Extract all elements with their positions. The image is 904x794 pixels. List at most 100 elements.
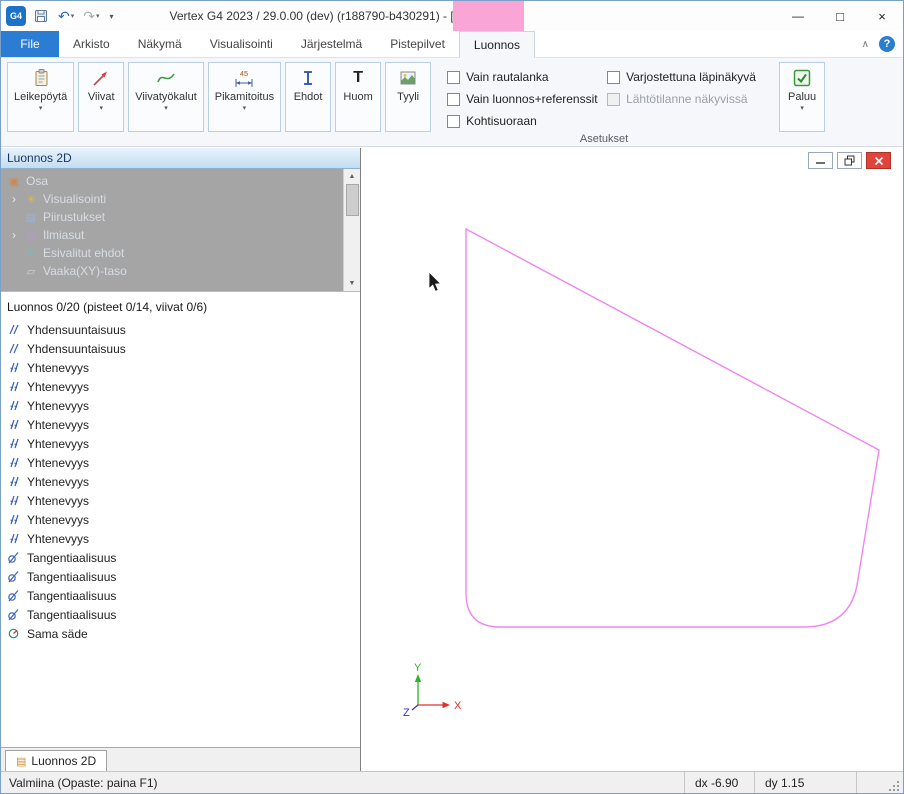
- constraint-label: Yhtenevyys: [27, 456, 89, 470]
- constraint-row[interactable]: Yhtenevyys: [1, 453, 360, 472]
- constraint-row[interactable]: Yhtenevyys: [1, 472, 360, 491]
- chevron-down-icon: ▾: [243, 104, 247, 112]
- constraint-row[interactable]: Yhdensuuntaisuus: [1, 339, 360, 358]
- parallel-icon: [7, 323, 21, 336]
- tab-visualisointi[interactable]: Visualisointi: [196, 31, 287, 57]
- constraint-row[interactable]: Tangentiaalisuus: [1, 548, 360, 567]
- tree-scrollbar[interactable]: ▲ ▼: [343, 169, 360, 291]
- tab-luonnos-2d[interactable]: ▤ Luonnos 2D: [5, 750, 107, 771]
- constraint-row[interactable]: Yhtenevyys: [1, 358, 360, 377]
- mdi-restore-button[interactable]: [837, 152, 862, 169]
- coincident-icon: [7, 437, 21, 450]
- sketch-profile[interactable]: [466, 229, 879, 627]
- constraint-row[interactable]: Yhtenevyys: [1, 396, 360, 415]
- quick-access-overflow-button[interactable]: ▾: [107, 12, 117, 21]
- drawing-area[interactable]: Y X Z: [362, 148, 904, 771]
- tree-item[interactable]: ▱ Vaaka(XY)-taso: [1, 262, 343, 280]
- close-button[interactable]: ×: [861, 1, 903, 31]
- constraint-row[interactable]: Yhtenevyys: [1, 377, 360, 396]
- undo-button[interactable]: ↶ ▾: [56, 8, 76, 24]
- drawings-icon: ▤: [24, 211, 38, 224]
- constraint-row[interactable]: Tangentiaalisuus: [1, 567, 360, 586]
- tree-item[interactable]: › ▨ Ilmiasut: [1, 226, 343, 244]
- tab-file[interactable]: File: [1, 31, 59, 57]
- help-icon[interactable]: ?: [879, 36, 895, 52]
- collapse-ribbon-icon[interactable]: ∧: [862, 39, 869, 50]
- expander-icon[interactable]: ›: [9, 192, 19, 206]
- app-logo-icon: G4: [6, 6, 26, 26]
- constraint-label: Yhtenevyys: [27, 418, 89, 432]
- sketch-viewport[interactable]: Y X Z: [362, 148, 904, 773]
- parallel-icon: [7, 342, 21, 355]
- button-label: Viivatyökalut: [135, 91, 197, 103]
- line-tools-button[interactable]: Viivatyökalut ▾: [128, 62, 204, 132]
- mdi-close-icon: [874, 156, 884, 166]
- ribbon: Leikepöytä ▾ Viivat ▾ Viivatyökalut ▾: [1, 58, 903, 147]
- note-button[interactable]: T Huom: [335, 62, 381, 132]
- constraints-button[interactable]: Ehdot: [285, 62, 331, 132]
- checkbox-varjostettuna-lapinakyva[interactable]: Varjostettuna läpinäkyvä: [607, 70, 756, 84]
- tangent-icon: [7, 589, 21, 602]
- constraint-row[interactable]: Tangentiaalisuus: [1, 586, 360, 605]
- tree-item-label: Osa: [26, 174, 48, 188]
- window-title: Vertex G4 2023 / 29.0.00 (dev) (r188790-…: [170, 9, 480, 23]
- scroll-down-icon[interactable]: ▼: [349, 276, 356, 291]
- button-label: Viivat: [88, 91, 115, 103]
- checkbox-box: [447, 93, 460, 106]
- mdi-window-controls: [808, 152, 891, 169]
- panel-tab-bar: ▤ Luonnos 2D: [1, 747, 360, 771]
- scroll-up-icon[interactable]: ▲: [349, 169, 356, 184]
- save-button[interactable]: [31, 7, 51, 25]
- tangent-icon: [7, 551, 21, 564]
- clipboard-button[interactable]: Leikepöytä ▾: [7, 62, 74, 132]
- quick-dimension-button[interactable]: 45 Pikamitoitus ▾: [208, 62, 281, 132]
- button-label: Leikepöytä: [14, 91, 67, 103]
- constraint-row[interactable]: Yhtenevyys: [1, 529, 360, 548]
- constraint-row[interactable]: Yhtenevyys: [1, 510, 360, 529]
- constraint-row[interactable]: Yhtenevyys: [1, 491, 360, 510]
- status-spacer: [856, 772, 888, 793]
- tree-item[interactable]: › ☀ Visualisointi: [1, 190, 343, 208]
- tab-nakyma[interactable]: Näkymä: [124, 31, 196, 57]
- mdi-close-button[interactable]: [866, 152, 891, 169]
- tab-jarjestelma[interactable]: Järjestelmä: [287, 31, 376, 57]
- status-bar: Valmiina (Opaste: paina F1) dx -6.90 dy …: [1, 771, 903, 793]
- minimize-button[interactable]: —: [777, 1, 819, 31]
- tree-item[interactable]: ▤ Piirustukset: [1, 208, 343, 226]
- checkbox-vain-rautalanka[interactable]: Vain rautalanka: [447, 70, 549, 84]
- tab-label: Luonnos 2D: [31, 754, 96, 768]
- tab-pistepilvet[interactable]: Pistepilvet: [376, 31, 459, 57]
- checkbox-vain-luonnos-referenssit[interactable]: Vain luonnos+referenssit: [447, 92, 598, 106]
- constraint-row[interactable]: Yhdensuuntaisuus: [1, 320, 360, 339]
- tab-luonnos[interactable]: Luonnos: [459, 31, 535, 58]
- constraint-label: Yhtenevyys: [27, 437, 89, 451]
- constraint-row[interactable]: Yhtenevyys: [1, 415, 360, 434]
- sketch-sheet-icon: ▤: [16, 755, 26, 768]
- line-draw-icon: [91, 67, 111, 89]
- scrollbar-thumb[interactable]: [346, 184, 359, 216]
- coincident-icon: [7, 380, 21, 393]
- lines-button[interactable]: Viivat ▾: [78, 62, 124, 132]
- style-button[interactable]: Tyyli: [385, 62, 431, 132]
- constraint-row[interactable]: Yhtenevyys: [1, 434, 360, 453]
- constraint-row[interactable]: Sama säde: [1, 624, 360, 643]
- model-tree: ▣ Osa › ☀ Visualisointi ▤ P: [1, 169, 360, 292]
- tree-item[interactable]: ≡ Esivalitut ehdot: [1, 244, 343, 262]
- mdi-minimize-icon: [815, 156, 826, 165]
- save-icon: [33, 8, 49, 24]
- constraint-row[interactable]: Tangentiaalisuus: [1, 605, 360, 624]
- redo-button[interactable]: ↷ ▾: [81, 8, 101, 24]
- resize-grip[interactable]: [888, 780, 900, 792]
- tree-item-label: Ilmiasut: [43, 228, 84, 242]
- tab-arkisto[interactable]: Arkisto: [59, 31, 124, 57]
- maximize-button[interactable]: □: [819, 1, 861, 31]
- mdi-minimize-button[interactable]: [808, 152, 833, 169]
- status-dx: dx -6.90: [684, 772, 754, 793]
- checkbox-box: [607, 71, 620, 84]
- checkbox-kohtisuoraan[interactable]: Kohtisuoraan: [447, 114, 537, 128]
- return-button[interactable]: Paluu ▾: [779, 62, 825, 132]
- tree-item[interactable]: ▣ Osa: [1, 172, 343, 190]
- tree-item-label: Piirustukset: [43, 210, 105, 224]
- expander-icon[interactable]: ›: [9, 228, 19, 242]
- main-area: Luonnos 2D ▣ Osa › ☀ Visuali: [1, 148, 903, 771]
